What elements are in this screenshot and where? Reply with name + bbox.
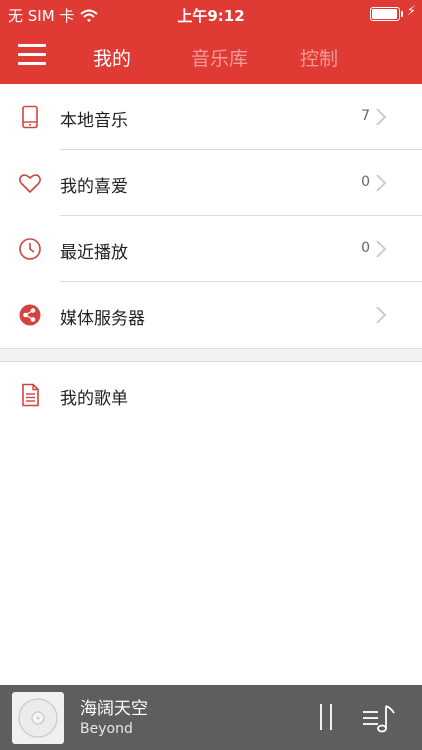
list-item-media-server[interactable]: 媒体服务器 bbox=[0, 282, 422, 348]
hamburger-menu-icon[interactable] bbox=[18, 44, 46, 66]
document-icon bbox=[22, 383, 39, 407]
list-item-count: 7 bbox=[361, 108, 370, 124]
list-item-label: 本地音乐 bbox=[60, 111, 128, 131]
disc-icon bbox=[18, 698, 58, 738]
tab-music-library[interactable]: 音乐库 bbox=[191, 44, 248, 71]
list-item-label: 我的歌单 bbox=[60, 389, 128, 409]
list-item-count: 0 bbox=[361, 240, 370, 256]
list-item-local-music[interactable]: 本地音乐 7 bbox=[0, 84, 422, 150]
tab-control[interactable]: 控制 bbox=[300, 44, 338, 71]
list-item-label: 我的喜爱 bbox=[60, 177, 128, 197]
chevron-right-icon bbox=[376, 174, 387, 192]
chevron-right-icon bbox=[376, 108, 387, 126]
music-list-icon[interactable] bbox=[362, 703, 396, 733]
battery-tip bbox=[401, 11, 403, 17]
list-item-my-playlists[interactable]: 我的歌单 bbox=[0, 362, 422, 428]
chevron-right-icon bbox=[376, 240, 387, 258]
list-item-count: 0 bbox=[361, 174, 370, 190]
section-separator bbox=[0, 348, 422, 362]
list-item-favorites[interactable]: 我的喜爱 0 bbox=[0, 150, 422, 216]
now-playing-title: 海阔天空 bbox=[80, 699, 148, 719]
nav-bar: 我的 音乐库 控制 bbox=[0, 28, 422, 84]
phone-icon bbox=[22, 105, 38, 129]
list-item-label: 媒体服务器 bbox=[60, 309, 145, 329]
status-bar: 无 SIM 卡 上午9:12 ⚡ bbox=[0, 0, 422, 28]
album-art[interactable] bbox=[12, 692, 64, 744]
charging-bolt-icon: ⚡ bbox=[406, 4, 416, 19]
battery-fill bbox=[372, 9, 397, 19]
my-music-list: 本地音乐 7 我的喜爱 0 最近播放 0 媒体服务器 我的歌单 bbox=[0, 84, 422, 428]
heart-icon bbox=[19, 174, 41, 193]
mini-player[interactable]: 海阔天空 Beyond bbox=[0, 685, 422, 750]
tab-mine[interactable]: 我的 bbox=[93, 44, 131, 71]
list-item-recent[interactable]: 最近播放 0 bbox=[0, 216, 422, 282]
clock-icon bbox=[19, 238, 41, 260]
now-playing-artist: Beyond bbox=[80, 721, 133, 737]
list-item-label: 最近播放 bbox=[60, 243, 128, 263]
pause-icon[interactable] bbox=[316, 703, 336, 731]
battery-icon bbox=[370, 7, 400, 21]
media-server-icon bbox=[19, 304, 41, 326]
chevron-right-icon bbox=[376, 306, 387, 324]
clock-time: 上午9:12 bbox=[177, 7, 245, 25]
